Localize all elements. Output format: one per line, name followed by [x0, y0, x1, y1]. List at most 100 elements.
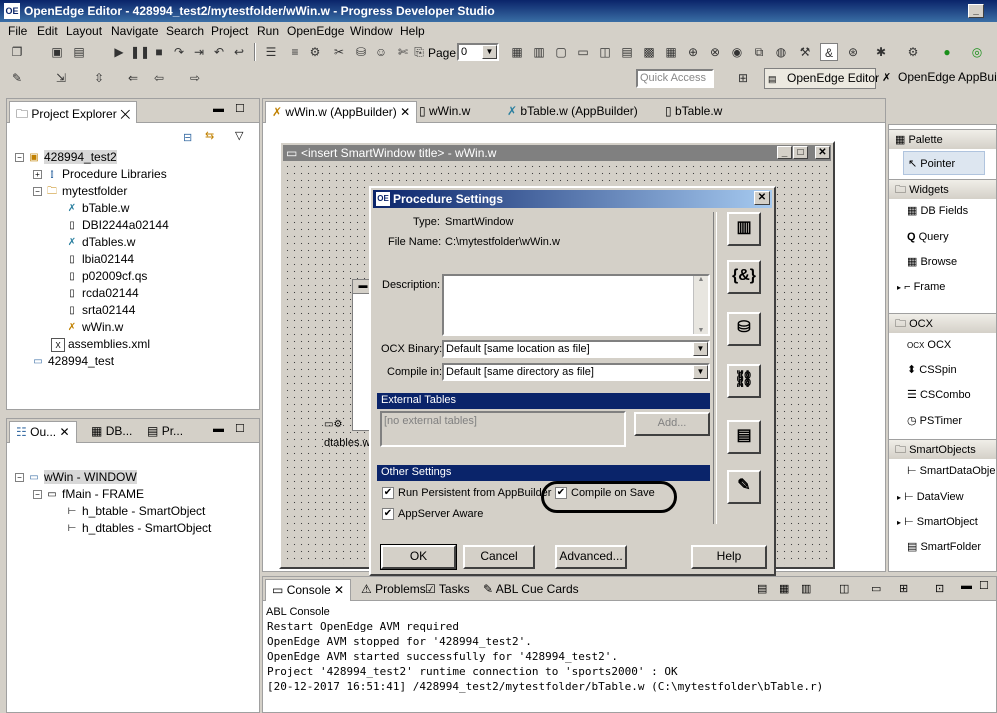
external-run-icon[interactable]: ◎	[968, 43, 986, 61]
outline-item-h-dtables[interactable]: ⊢ h_dtables - SmartObject	[65, 520, 212, 537]
layout-icon[interactable]: ▦	[508, 43, 526, 61]
compile-icon[interactable]: ⚙	[306, 43, 324, 61]
tree-item-wwin[interactable]: ✗ wWin.w	[65, 319, 124, 336]
menu-openedge[interactable]: OpenEdge	[287, 24, 344, 38]
table-icon[interactable]: ▦	[662, 43, 680, 61]
palette-item-smartfolder[interactable]: ▤ SmartFolder	[907, 535, 981, 559]
quick-access-input[interactable]: Quick Access	[636, 69, 714, 88]
palette-item-dataview[interactable]: ▸ ⊢ DataView	[897, 485, 964, 509]
description-textarea[interactable]: ▲ ▼	[442, 274, 710, 336]
tools-icon[interactable]: ✂	[330, 43, 348, 61]
db-icon[interactable]: ⛁	[352, 43, 370, 61]
align-icon[interactable]: ▥	[530, 43, 548, 61]
add-table-button[interactable]: Add...	[634, 412, 710, 436]
tree-item-dtables[interactable]: ✗ dTables.w	[65, 234, 136, 251]
menu-search[interactable]: Search	[166, 24, 204, 38]
save-all-icon[interactable]: ▤	[70, 43, 88, 61]
display-console-icon[interactable]: ▭	[871, 582, 881, 595]
ocx-binary-select[interactable]: Default [same location as file] ▼	[442, 340, 710, 358]
open-perspective-icon[interactable]: ⊞	[734, 69, 752, 87]
section-icon[interactable]: ▤	[618, 43, 636, 61]
tab-abl-cue-cards[interactable]: ✎ ABL Cue Cards	[477, 579, 585, 601]
tree-item-assemblies[interactable]: Xassemblies.xml	[51, 336, 150, 353]
palette-group-ocx[interactable]: 🗀 OCX	[889, 313, 996, 333]
minimize-view-icon[interactable]: ▬	[961, 580, 972, 592]
tab-properties[interactable]: ▤ Pr...	[141, 421, 189, 443]
window-icon[interactable]: ◫	[596, 43, 614, 61]
palette-item-csspin[interactable]: ⬍ CSSpin	[907, 358, 957, 382]
edit-button[interactable]: ✎	[727, 470, 761, 504]
sdo-icon[interactable]: ▭⚙	[324, 419, 342, 430]
maximize-view-icon[interactable]: ☐	[979, 579, 989, 592]
palette-item-frame[interactable]: ▸ ⌐ Frame	[897, 275, 945, 299]
procedure-library-button[interactable]: ▥	[727, 212, 761, 246]
view-menu-icon[interactable]: ▽	[235, 129, 243, 142]
network-icon[interactable]: ⊛	[844, 43, 862, 61]
tree-item-procedure-libraries[interactable]: + ⫾ Procedure Libraries	[33, 166, 167, 183]
close-icon[interactable]: ✕	[331, 583, 344, 597]
wrench-icon[interactable]: ✎	[8, 69, 26, 87]
close-icon[interactable]: ✕	[397, 105, 410, 119]
palette-pointer[interactable]: ↖ Pointer	[903, 151, 985, 175]
menu-navigate[interactable]: Navigate	[111, 24, 158, 38]
run-persistent-checkbox[interactable]: ✔ Run Persistent from AppBuilder	[382, 487, 551, 500]
maximize-view-icon[interactable]: ☐	[235, 102, 245, 115]
description-scrollbar[interactable]: ▲ ▼	[693, 276, 708, 334]
tab-wwin[interactable]: ▯ wWin.w	[413, 101, 476, 123]
run-green-icon[interactable]: ●	[938, 43, 956, 61]
properties-icon[interactable]: ▢	[552, 43, 570, 61]
palette-item-ocx[interactable]: OCX OCX	[907, 333, 951, 357]
external-tables-list[interactable]: [no external tables]	[380, 411, 626, 447]
tree-item-btable[interactable]: ✗ bTable.w	[65, 200, 130, 217]
tab-project-explorer[interactable]: 🗀 Project Explorer ✕	[9, 101, 138, 123]
menu-layout[interactable]: Layout	[66, 24, 102, 38]
minimize-view-icon[interactable]: ▬	[213, 423, 224, 435]
stop-icon[interactable]: ■	[150, 43, 168, 61]
close-icon[interactable]: ✕	[120, 107, 130, 121]
menu-window[interactable]: Window	[350, 24, 393, 38]
outline-item-fmain[interactable]: − ▭ fMain - FRAME	[33, 486, 144, 503]
menu-help[interactable]: Help	[400, 24, 425, 38]
cancel-button[interactable]: Cancel	[463, 545, 535, 569]
step-icon[interactable]: ↷	[170, 43, 188, 61]
back-icon[interactable]: ⇦	[150, 69, 168, 87]
scroll-lock-icon[interactable]: ▦	[779, 582, 789, 595]
tab-order-icon[interactable]: ⊗	[706, 43, 724, 61]
new-icon[interactable]: ❐	[8, 43, 26, 61]
palette-item-query[interactable]: Q Query	[907, 225, 949, 249]
help-button[interactable]: Help	[691, 545, 767, 569]
maximize-button[interactable]: □	[793, 146, 808, 159]
stack-icon[interactable]: ⧉	[750, 43, 768, 61]
database-button[interactable]: ⛁	[727, 312, 761, 346]
nav-icon[interactable]: ⇲	[52, 69, 70, 87]
editor-icon[interactable]: ▭	[574, 43, 592, 61]
minimize-button[interactable]: _	[968, 4, 984, 18]
tab-btable[interactable]: ▯ bTable.w	[659, 101, 728, 123]
tab-console[interactable]: ▭ Console ✕	[265, 579, 352, 601]
debug-icon[interactable]: ✱	[872, 43, 890, 61]
history-icon[interactable]: ⇐	[124, 69, 142, 87]
perspective-openedge-appbuilder[interactable]: ✗ OpenEdge AppBuilder	[880, 68, 997, 89]
ampersand-icon[interactable]: &	[820, 43, 838, 61]
advanced-button[interactable]: Advanced...	[555, 545, 627, 569]
tree-item-p02009cf[interactable]: ▯ p02009cf.qs	[65, 268, 147, 285]
step-into-icon[interactable]: ⇥	[190, 43, 208, 61]
zoom-icon[interactable]: ⊕	[684, 43, 702, 61]
build-icon[interactable]: ⚒	[796, 43, 814, 61]
properties-button[interactable]: ▤	[727, 420, 761, 454]
links-button[interactable]: ⛓	[727, 364, 761, 398]
outline-item-h-btable[interactable]: ⊢ h_btable - SmartObject	[65, 503, 206, 520]
step-return-icon[interactable]: ↩	[230, 43, 248, 61]
pause-icon[interactable]: ❚❚	[130, 43, 150, 61]
cylinder-icon[interactable]: ◉	[728, 43, 746, 61]
palette-group-widgets[interactable]: 🗀 Widgets	[889, 179, 996, 199]
menu-project[interactable]: Project	[211, 24, 248, 38]
run-icon[interactable]: ▶	[110, 43, 128, 61]
users-icon[interactable]: ☺	[372, 43, 390, 61]
tab-wwin-appbuilder[interactable]: ✗ wWin.w (AppBuilder) ✕	[265, 101, 418, 123]
compile-on-save-checkbox[interactable]: ✔ Compile on Save	[555, 487, 655, 500]
maximize-view-icon[interactable]: ☐	[235, 422, 245, 435]
palette-item-smartobject[interactable]: ▸ ⊢ SmartObject	[897, 510, 978, 534]
annotation-icon[interactable]: ⇳	[90, 69, 108, 87]
tree-item-project-428994-test2[interactable]: − ▣ 428994_test2	[15, 149, 117, 166]
